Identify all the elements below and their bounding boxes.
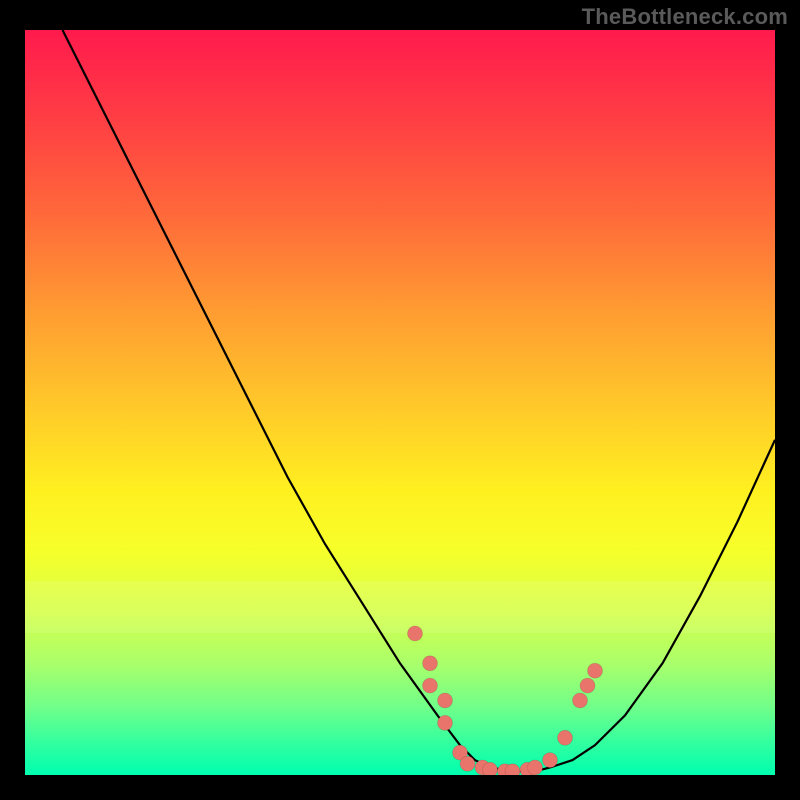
data-point (423, 656, 438, 671)
data-point (408, 626, 423, 641)
data-point (543, 753, 558, 768)
attribution-label: TheBottleneck.com (582, 4, 788, 30)
chart-frame: TheBottleneck.com (0, 0, 800, 800)
data-point (483, 762, 498, 775)
data-point (580, 678, 595, 693)
data-point (588, 663, 603, 678)
data-point (558, 730, 573, 745)
bottleneck-curve (63, 30, 776, 771)
data-point (528, 760, 543, 775)
data-point (505, 764, 520, 775)
data-point (438, 693, 453, 708)
curve-overlay (25, 30, 775, 775)
data-point (438, 715, 453, 730)
scatter-dots (408, 626, 603, 775)
data-point (460, 756, 475, 771)
chart-area (25, 30, 775, 775)
data-point (423, 678, 438, 693)
data-point (573, 693, 588, 708)
